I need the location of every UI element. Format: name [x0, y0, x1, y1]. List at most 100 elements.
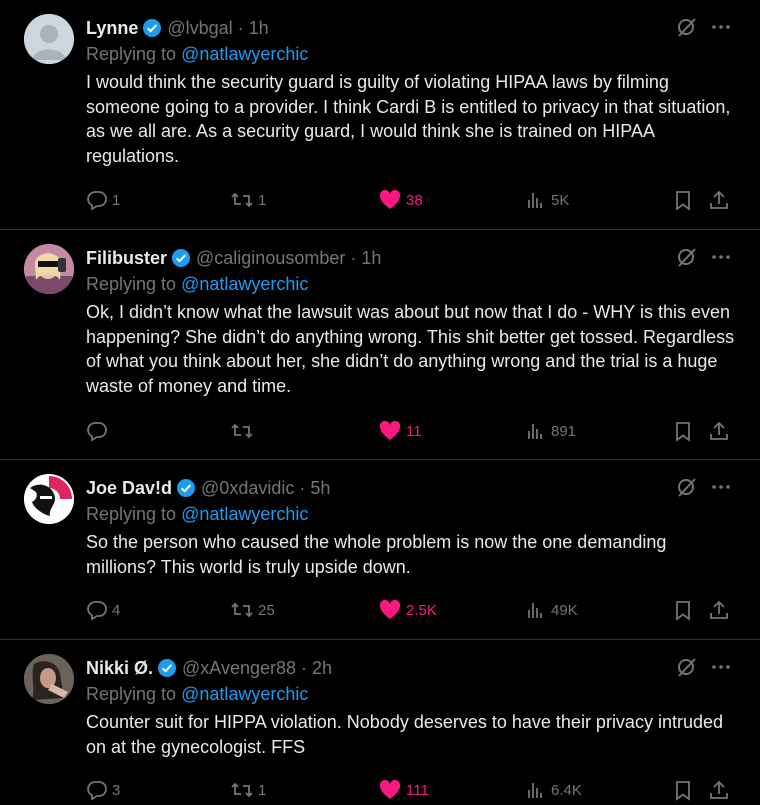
display-name[interactable]: Joe Dav!d [86, 478, 172, 499]
like-button[interactable]: 111 [378, 779, 429, 801]
bookmark-button[interactable] [672, 189, 694, 211]
view-count: 6.4K [551, 781, 582, 799]
view-count: 49K [551, 601, 578, 619]
reply-button[interactable]: 3 [86, 779, 120, 801]
replying-label: Replying to [86, 504, 177, 524]
reply-tweet[interactable]: Lynne @lvbgal · 1h Replying to @natlawye… [0, 0, 760, 230]
handle[interactable]: @0xdavidic [201, 478, 294, 499]
tweet-top-icons [676, 476, 732, 498]
retweet-button[interactable]: 25 [230, 599, 275, 621]
action-bar: 4 25 2.5K 49K [86, 599, 736, 623]
handle[interactable]: @xAvenger88 [182, 658, 296, 679]
like-count: 2.5K [406, 601, 437, 619]
tweet-header: Nikki Ø. @xAvenger88 · 2h [86, 656, 332, 680]
display-name[interactable]: Nikki Ø. [86, 658, 153, 679]
views-button[interactable]: 5K [525, 189, 569, 211]
bookmark-icon [676, 781, 690, 801]
replying-to: Replying to @natlawyerchic [86, 274, 308, 295]
replying-to-link[interactable]: @natlawyerchic [181, 44, 308, 64]
more-options-icon[interactable] [710, 16, 732, 38]
grok-icon[interactable] [676, 656, 698, 678]
reply-button[interactable]: 1 [86, 189, 120, 211]
bookmark-button[interactable] [672, 420, 694, 442]
like-count: 38 [406, 191, 423, 209]
replying-to-link[interactable]: @natlawyerchic [181, 274, 308, 294]
share-icon [710, 600, 728, 619]
grok-icon[interactable] [676, 16, 698, 38]
profile-logo-icon [24, 474, 74, 524]
timestamp[interactable]: 2h [312, 658, 332, 679]
display-name[interactable]: Lynne [86, 18, 138, 39]
retweet-icon [231, 782, 253, 798]
display-name[interactable]: Filibuster [86, 248, 167, 269]
retweet-button[interactable]: 1 [230, 189, 266, 211]
action-bar: 11 891 [86, 420, 736, 444]
verified-badge-icon[interactable] [157, 658, 177, 678]
replying-to-link[interactable]: @natlawyerchic [181, 684, 308, 704]
reply-icon [87, 781, 107, 801]
handle[interactable]: @caliginousomber [196, 248, 345, 269]
verified-badge-icon[interactable] [142, 18, 162, 38]
like-button[interactable]: 11 [378, 420, 422, 442]
heart-filled-icon [379, 779, 401, 799]
reply-icon [87, 191, 107, 211]
avatar[interactable] [24, 654, 74, 704]
grok-icon[interactable] [676, 476, 698, 498]
views-button[interactable]: 49K [525, 599, 578, 621]
tweet-text: I would think the security guard is guil… [86, 72, 731, 166]
avatar[interactable] [24, 14, 74, 64]
share-icon [710, 421, 728, 440]
avatar[interactable] [24, 244, 74, 294]
views-button[interactable]: 891 [525, 420, 576, 442]
replying-label: Replying to [86, 274, 177, 294]
profile-photo-icon [24, 244, 74, 294]
share-button[interactable] [708, 779, 730, 801]
like-button[interactable]: 38 [378, 189, 423, 211]
views-icon [528, 424, 542, 439]
handle[interactable]: @lvbgal [167, 18, 232, 39]
more-options-icon[interactable] [710, 656, 732, 678]
bookmark-icon [676, 191, 690, 211]
share-button[interactable] [708, 189, 730, 211]
avatar[interactable] [24, 474, 74, 524]
default-avatar-icon [24, 14, 74, 64]
reply-tweet[interactable]: Filibuster @caliginousomber · 1h Replyin… [0, 230, 760, 460]
like-button[interactable]: 2.5K [378, 599, 437, 621]
bookmark-button[interactable] [672, 779, 694, 801]
retweet-icon [231, 192, 253, 208]
more-options-icon[interactable] [710, 246, 732, 268]
tweet-header: Filibuster @caliginousomber · 1h [86, 246, 381, 270]
timestamp[interactable]: 5h [310, 478, 330, 499]
bookmark-button[interactable] [672, 599, 694, 621]
replying-to: Replying to @natlawyerchic [86, 684, 308, 705]
verified-badge-icon[interactable] [171, 248, 191, 268]
retweet-button[interactable]: 1 [230, 779, 266, 801]
reply-tweet[interactable]: Nikki Ø. @xAvenger88 · 2h Replying to @n… [0, 640, 760, 805]
timestamp[interactable]: 1h [249, 18, 269, 39]
heart-filled-icon [379, 599, 401, 619]
replying-to-link[interactable]: @natlawyerchic [181, 504, 308, 524]
retweet-icon [231, 602, 253, 618]
view-count: 891 [551, 422, 577, 440]
action-bar: 1 1 38 5K [86, 189, 736, 213]
share-button[interactable] [708, 599, 730, 621]
replying-to: Replying to @natlawyerchic [86, 44, 308, 65]
profile-photo-icon [24, 654, 74, 704]
retweet-count: 1 [258, 781, 267, 799]
grok-icon[interactable] [676, 246, 698, 268]
retweet-button[interactable] [230, 420, 258, 442]
reply-tweet[interactable]: Joe Dav!d @0xdavidic · 5h Replying to @n… [0, 460, 760, 640]
more-options-icon[interactable] [710, 476, 732, 498]
share-button[interactable] [708, 420, 730, 442]
separator-dot: · [299, 477, 306, 498]
verified-badge-icon[interactable] [176, 478, 196, 498]
replying-label: Replying to [86, 684, 177, 704]
tweet-header: Joe Dav!d @0xdavidic · 5h [86, 476, 330, 500]
like-count: 111 [406, 781, 429, 799]
views-button[interactable]: 6.4K [525, 779, 582, 801]
reply-count: 1 [112, 191, 121, 209]
reply-button[interactable] [86, 420, 112, 442]
timestamp[interactable]: 1h [361, 248, 381, 269]
reply-button[interactable]: 4 [86, 599, 120, 621]
views-icon [528, 193, 542, 208]
